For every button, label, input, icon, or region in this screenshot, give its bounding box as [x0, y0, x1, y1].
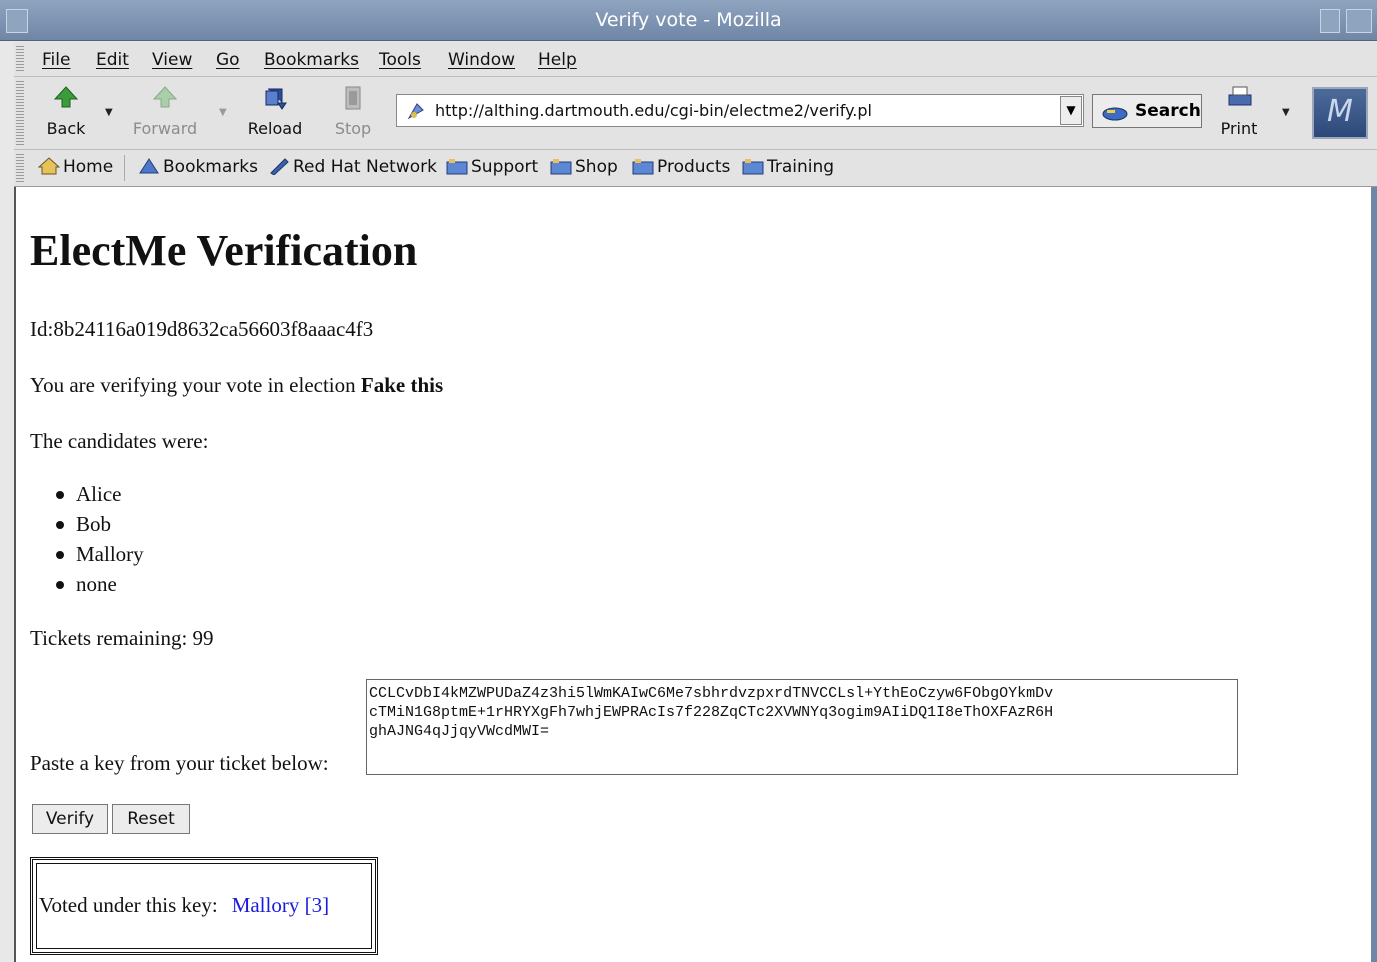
paste-key-label: Paste a key from your ticket below: — [30, 751, 329, 775]
candidate-item: Alice — [56, 482, 122, 507]
candidate-name: none — [76, 572, 117, 596]
tickets-remaining: Tickets remaining: 99 — [30, 626, 214, 650]
candidate-item: Bob — [56, 512, 112, 537]
election-line: You are verifying your vote in election … — [30, 373, 443, 398]
toolbar-separator — [124, 155, 125, 181]
menu-bookmarks[interactable]: Bookmarks — [264, 50, 359, 70]
red-hat-network-label: Red Hat Network — [293, 157, 437, 177]
folder-icon — [446, 159, 468, 175]
url-text: http://althing.dartmouth.edu/cgi-bin/ele… — [435, 101, 872, 120]
page-content: ElectMe Verification Id:8b24116a019d8632… — [14, 187, 1377, 962]
training-link[interactable]: Training — [742, 157, 834, 177]
menu-help[interactable]: Help — [538, 50, 577, 70]
window-title: Verify vote - Mozilla — [595, 9, 782, 31]
home-icon — [38, 157, 60, 175]
browser-window: Verify vote - Mozilla File Edit View Go … — [0, 0, 1377, 962]
support-label: Support — [471, 157, 539, 177]
page-icon — [407, 103, 424, 120]
window-right-border — [1371, 187, 1377, 962]
bullet-icon — [56, 551, 64, 559]
menu-file[interactable]: File — [42, 50, 70, 70]
bookmarks-link[interactable]: Bookmarks — [138, 157, 258, 177]
menu-tools[interactable]: Tools — [379, 50, 421, 70]
key-textarea[interactable]: CCLCvDbI4kMZWPUDaZ4z3hi5lWmKAIwC6Me7sbhr… — [366, 679, 1238, 775]
red-hat-network-link[interactable]: Red Hat Network — [268, 157, 437, 177]
forward-dropdown-icon[interactable]: ▼ — [219, 107, 227, 118]
reset-button[interactable]: Reset — [112, 804, 190, 834]
reload-label: Reload — [247, 119, 303, 138]
menu-bar: File Edit View Go Bookmarks Tools Window… — [14, 42, 1377, 77]
search-button[interactable]: Search — [1092, 94, 1202, 128]
shop-link[interactable]: Shop — [550, 157, 618, 177]
forward-button[interactable]: Forward — [126, 83, 204, 138]
menu-window[interactable]: Window — [448, 50, 515, 70]
candidate-item: Mallory — [56, 542, 144, 567]
candidate-name: Bob — [76, 512, 112, 536]
bookmarks-label: Bookmarks — [163, 157, 258, 177]
print-dropdown-icon[interactable]: ▼ — [1282, 107, 1290, 118]
voted-label: Voted under this key: — [39, 893, 218, 917]
printer-icon — [1228, 86, 1252, 106]
url-field[interactable]: http://althing.dartmouth.edu/cgi-bin/ele… — [396, 94, 1084, 127]
page-title: ElectMe Verification — [30, 226, 418, 275]
personal-toolbar-grip[interactable] — [16, 154, 24, 182]
print-label: Print — [1220, 119, 1258, 138]
training-label: Training — [767, 157, 835, 177]
menubar-grip[interactable] — [16, 46, 24, 72]
navbar-grip[interactable] — [16, 81, 24, 145]
candidate-name: Alice — [76, 482, 122, 506]
shop-label: Shop — [575, 157, 618, 177]
maximize-button[interactable] — [1346, 9, 1372, 33]
menu-view[interactable]: View — [152, 50, 192, 70]
election-prefix: You are verifying your vote in election — [30, 373, 361, 397]
back-dropdown-icon[interactable]: ▼ — [105, 107, 113, 118]
search-icon — [1102, 107, 1128, 121]
id-line: Id:8b24116a019d8632ca56603f8aaac4f3 — [30, 317, 374, 341]
election-name: Fake this — [360, 373, 444, 397]
red-hat-network-icon — [270, 158, 289, 175]
folder-icon — [550, 159, 572, 175]
bookmarks-icon — [139, 158, 159, 174]
search-label: Search — [1135, 101, 1201, 121]
menu-edit[interactable]: Edit — [96, 50, 129, 70]
back-button[interactable]: Back — [42, 83, 90, 138]
voted-candidate-link[interactable]: Mallory [3] — [232, 893, 329, 917]
back-arrow-icon — [53, 86, 79, 108]
products-label: Products — [657, 157, 731, 177]
forward-label: Forward — [132, 119, 198, 138]
reload-button[interactable]: Reload — [240, 83, 310, 138]
forward-arrow-icon — [152, 86, 178, 108]
candidate-name: Mallory — [76, 542, 144, 566]
candidate-item: none — [56, 572, 117, 597]
navigation-toolbar: Back ▼ Forward ▼ Reload Stop http://alth… — [14, 77, 1377, 150]
reload-icon — [265, 88, 287, 110]
home-label: Home — [63, 157, 114, 177]
url-history-dropdown[interactable]: ▼ — [1060, 96, 1082, 125]
minimize-button[interactable] — [1320, 9, 1340, 33]
stop-icon — [345, 86, 361, 110]
folder-icon — [632, 159, 654, 175]
products-link[interactable]: Products — [632, 157, 730, 177]
title-bar[interactable]: Verify vote - Mozilla — [0, 0, 1377, 41]
personal-toolbar: Home Bookmarks Red Hat Network Support S… — [14, 150, 1377, 187]
folder-icon — [742, 159, 764, 175]
bullet-icon — [56, 491, 64, 499]
stop-label: Stop — [334, 119, 372, 138]
voted-result-text: Voted under this key: Mallory [3] — [39, 893, 329, 918]
print-button[interactable]: Print — [1214, 83, 1264, 138]
voted-result-box: Voted under this key: Mallory [3] — [30, 857, 378, 955]
home-link[interactable]: Home — [38, 157, 113, 177]
candidates-label: The candidates were: — [30, 429, 209, 453]
mozilla-throbber-logo[interactable]: M — [1312, 87, 1368, 139]
stop-button[interactable]: Stop — [328, 83, 378, 138]
back-label: Back — [46, 119, 86, 138]
bullet-icon — [56, 521, 64, 529]
verify-button[interactable]: Verify — [32, 804, 108, 834]
menu-go[interactable]: Go — [216, 50, 240, 70]
support-link[interactable]: Support — [446, 157, 538, 177]
bullet-icon — [56, 581, 64, 589]
